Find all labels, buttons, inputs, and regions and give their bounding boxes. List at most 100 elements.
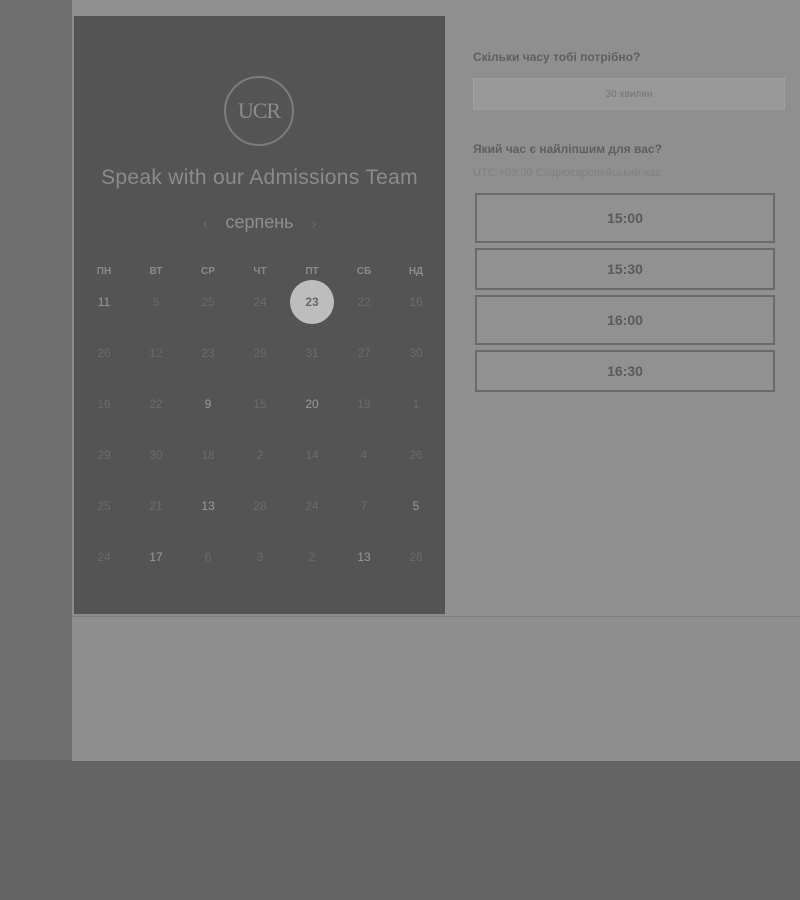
weekday-label: ПН — [96, 266, 112, 277]
time-slot-list: 15:00 15:30 16:00 16:30 — [475, 193, 775, 397]
calendar-day: 24 — [234, 292, 286, 343]
scheduler-modal: UCR Speak with our Admissions Team ‹ сер… — [72, 0, 800, 761]
calendar-day: 16 — [78, 394, 130, 445]
time-slot-button[interactable]: 15:00 — [475, 193, 775, 243]
day-number: 18 — [201, 448, 215, 462]
weekday-label: ПТ — [305, 266, 319, 277]
day-number: 30 — [149, 448, 163, 462]
weekday-label: ВТ — [149, 266, 163, 277]
duration-select[interactable]: 30 хвилин — [473, 78, 785, 110]
time-slot-button[interactable]: 16:30 — [475, 350, 775, 392]
day-number: 20 — [305, 397, 319, 411]
calendar-day: 21 — [130, 496, 182, 547]
day-number: 16 — [409, 295, 423, 309]
month-label: серпень — [225, 212, 294, 232]
day-number: 22 — [357, 295, 371, 309]
calendar-day: 22 — [130, 394, 182, 445]
day-number: 24 — [305, 499, 319, 513]
weekday-label: ЧТ — [253, 266, 267, 277]
chevron-right-icon[interactable]: › — [312, 215, 317, 231]
calendar-day: 5 — [130, 292, 182, 343]
day-number: 24 — [253, 295, 267, 309]
day-number: 5 — [412, 499, 420, 513]
timezone-link[interactable]: UTC +03:00 Східноєвропейський час — [473, 167, 661, 179]
calendar-day[interactable]: 23 — [286, 280, 338, 343]
calendar-day: 24 — [286, 496, 338, 547]
time-question: Який час є найліпшим для вас? — [473, 142, 662, 156]
day-number: 29 — [97, 448, 111, 462]
day-number: 5 — [152, 295, 160, 309]
booking-panel: Скільки часу тобі потрібно? 30 хвилин Як… — [445, 16, 800, 616]
calendar-day: 12 — [130, 343, 182, 394]
chevron-left-icon[interactable]: ‹ — [203, 215, 208, 231]
day-number: 28 — [253, 499, 267, 513]
calendar-title: Speak with our Admissions Team — [101, 166, 418, 189]
calendar-day: 29 — [234, 343, 286, 394]
calendar-day: 3 — [234, 547, 286, 598]
modal-footer-area — [72, 616, 800, 761]
calendar-day: 4 — [338, 445, 390, 496]
calendar-day[interactable]: 11 — [78, 292, 130, 343]
day-number: 23 — [201, 346, 215, 360]
calendar-day: 29 — [78, 445, 130, 496]
day-number: 1 — [412, 397, 420, 411]
calendar-day[interactable]: 9 — [182, 394, 234, 445]
calendar-day: 28 — [390, 547, 442, 598]
day-number: 16 — [97, 397, 111, 411]
time-slot-button[interactable]: 16:00 — [475, 295, 775, 345]
day-number: 30 — [409, 346, 423, 360]
calendar-day: 31 — [286, 343, 338, 394]
calendar-day: 19 — [338, 394, 390, 445]
calendar-day: 26 — [78, 343, 130, 394]
month-navigation: ‹ серпень › — [74, 212, 445, 233]
calendar-day: 1 — [390, 394, 442, 445]
calendar-day: 25 — [78, 496, 130, 547]
calendar-day: 23 — [182, 343, 234, 394]
day-number: 27 — [357, 346, 371, 360]
day-number: 14 — [305, 448, 319, 462]
page-backdrop-bottom — [0, 760, 800, 900]
modal-top-strip — [72, 0, 800, 16]
calendar-day[interactable]: 20 — [286, 394, 338, 445]
calendar-day: 30 — [130, 445, 182, 496]
calendar-day[interactable]: 17 — [130, 547, 182, 598]
day-number: 9 — [204, 397, 212, 411]
day-number: 26 — [409, 448, 423, 462]
calendar-day: 27 — [338, 343, 390, 394]
calendar-day: 16 — [390, 292, 442, 343]
day-number: 31 — [305, 346, 319, 360]
day-number: 4 — [360, 448, 368, 462]
calendar-day: 6 — [182, 547, 234, 598]
weekday-label: СБ — [356, 266, 372, 277]
day-number: 15 — [253, 397, 267, 411]
calendar-day: 2 — [234, 445, 286, 496]
day-number: 6 — [204, 550, 212, 564]
day-number: 7 — [360, 499, 368, 513]
day-number: 2 — [256, 448, 264, 462]
calendar-day: 24 — [78, 547, 130, 598]
calendar-days: 11 5 25 24 23 22 16 26 12 23 29 31 27 30 16 22 9 15 20 19 1 2… — [78, 280, 442, 598]
time-slot-button[interactable]: 15:30 — [475, 248, 775, 290]
day-number: 28 — [409, 550, 423, 564]
day-number: 26 — [97, 346, 111, 360]
day-number: 21 — [149, 499, 163, 513]
calendar-day: 18 — [182, 445, 234, 496]
day-number: 25 — [97, 499, 111, 513]
weekday-label: СР — [201, 266, 215, 277]
calendar-day: 14 — [286, 445, 338, 496]
calendar-day: 22 — [338, 292, 390, 343]
calendar-day[interactable]: 5 — [390, 496, 442, 547]
ucr-logo: UCR — [224, 76, 294, 146]
weekday-label: НД — [408, 266, 424, 277]
calendar-day: 26 — [390, 445, 442, 496]
calendar-day: 15 — [234, 394, 286, 445]
calendar-day[interactable]: 13 — [338, 547, 390, 598]
day-number: 17 — [149, 550, 163, 564]
calendar-day[interactable]: 13 — [182, 496, 234, 547]
selected-day-number: 23 — [290, 280, 334, 324]
day-number: 22 — [149, 397, 163, 411]
page-backdrop — [0, 0, 72, 760]
calendar-day: 2 — [286, 547, 338, 598]
day-number: 24 — [97, 550, 111, 564]
day-number: 29 — [253, 346, 267, 360]
